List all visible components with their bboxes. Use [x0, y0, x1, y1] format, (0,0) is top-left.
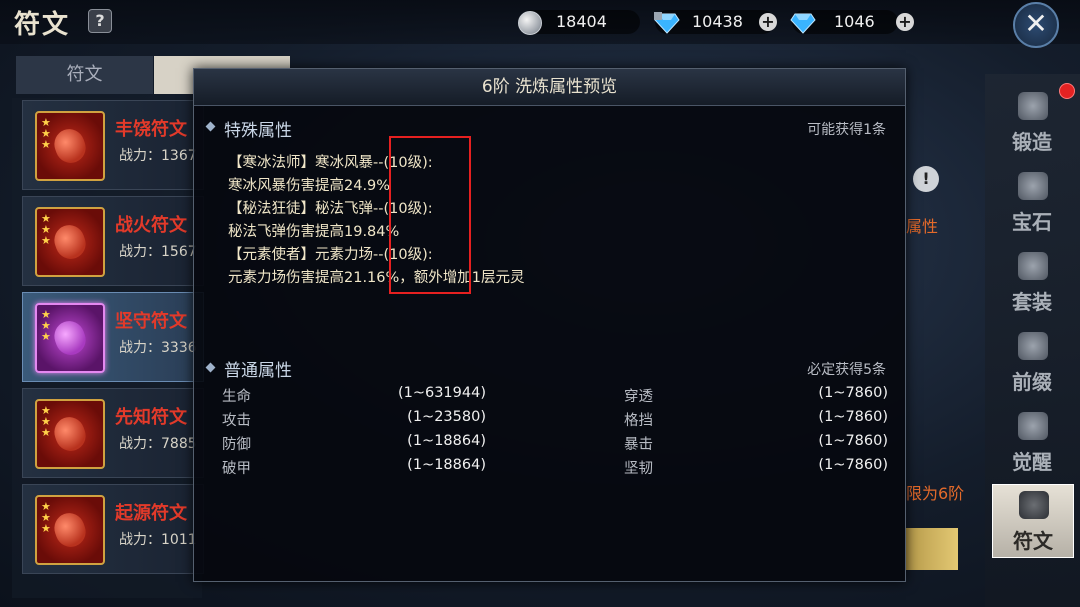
attr-range: (1~23580) — [407, 409, 486, 425]
rune-power: 战力：1567 — [119, 244, 197, 260]
attr-name: 攻击 — [222, 413, 251, 429]
refine-preview-modal: 6阶 洗炼属性预览 特殊属性 可能获得1条 【寒冰法师】寒冰风暴--(10级):… — [193, 68, 906, 582]
attr-range: (1~7860) — [818, 385, 888, 401]
sidebar-item-prefix[interactable]: 前缀 — [992, 326, 1072, 398]
section-diamond-icon — [205, 121, 216, 132]
rune-item[interactable]: ★ ★ ★ 战火符文 战力：1567 — [22, 196, 204, 286]
attr-range: (1~7860) — [818, 409, 888, 425]
gem-chest-icon — [1018, 172, 1048, 200]
attr-range: (1~7860) — [818, 433, 888, 449]
special-attr-line: 元素力场伤害提高21.16%，额外增加1层元灵 — [228, 270, 525, 286]
attr-name: 暴击 — [624, 437, 653, 453]
sidebar-item-rune[interactable]: 符文 — [992, 484, 1074, 558]
modal-header: 6阶 洗炼属性预览 — [194, 69, 905, 106]
bound-diamond-amount: 10438 — [692, 12, 743, 31]
anvil-icon — [1018, 252, 1048, 280]
attr-range: (1~7860) — [818, 457, 888, 473]
special-attr-line: 寒冰风暴伤害提高24.9% — [228, 178, 391, 194]
anvil-icon — [1018, 332, 1048, 360]
rune-icon: ★ ★ ★ — [35, 495, 105, 565]
silver-coin-icon — [518, 11, 542, 35]
attr-name: 格挡 — [624, 413, 653, 429]
silver-amount: 18404 — [556, 12, 607, 31]
special-attr-note: 可能获得1条 — [807, 122, 886, 138]
rune-name: 起源符文 — [115, 503, 187, 524]
anvil-icon — [1019, 491, 1049, 519]
add-bound-diamond-button[interactable]: + — [759, 13, 777, 31]
tab-runes[interactable]: 符文 — [16, 56, 153, 94]
help-button[interactable]: ? — [88, 9, 112, 33]
rune-item[interactable]: ★ ★ ★ 起源符文 战力：1011 — [22, 484, 204, 574]
level-highlight-box — [389, 136, 471, 294]
rune-name: 战火符文 — [115, 215, 187, 236]
modal-title: 6阶 洗炼属性预览 — [481, 77, 618, 97]
sidebar-item-gem[interactable]: 宝石 — [992, 166, 1072, 238]
star-icon: ★ ★ ★ — [41, 500, 51, 535]
background-attr-label: 属性 — [906, 217, 939, 236]
star-icon: ★ ★ ★ — [41, 404, 51, 439]
info-icon[interactable]: ! — [913, 166, 939, 192]
background-limit-label: 限为6阶 — [906, 484, 965, 503]
rune-power: 战力：3336 — [119, 340, 197, 356]
rune-power: 战力：7885 — [119, 436, 197, 452]
background-action-button[interactable] — [906, 528, 958, 570]
sidebar-item-awaken[interactable]: 觉醒 — [992, 406, 1072, 478]
normal-attr-heading: 普通属性 — [224, 361, 292, 381]
attr-name: 穿透 — [624, 389, 653, 405]
attr-range: (1~18864) — [407, 457, 486, 473]
rune-icon: ★ ★ ★ — [35, 399, 105, 469]
section-diamond-icon — [205, 362, 216, 373]
rune-item-selected[interactable]: ★ ★ ★ 坚守符文 战力：3336 — [22, 292, 204, 382]
rune-power: 战力：1011 — [119, 532, 197, 548]
star-icon: ★ ★ ★ — [41, 308, 51, 343]
attr-name: 防御 — [222, 437, 251, 453]
rune-name: 坚守符文 — [115, 311, 187, 332]
page-title: 符文 — [14, 10, 71, 40]
anvil-icon — [1018, 412, 1048, 440]
sidebar-item-set[interactable]: 套装 — [992, 246, 1072, 318]
add-diamond-button[interactable]: + — [896, 13, 914, 31]
special-attr-heading: 特殊属性 — [224, 121, 292, 141]
sidebar-item-forge[interactable]: 锻造 — [992, 86, 1072, 158]
rune-icon: ★ ★ ★ — [35, 303, 105, 373]
rune-item[interactable]: ★ ★ ★ 丰饶符文 战力：1367 — [22, 100, 204, 190]
star-icon: ★ ★ ★ — [41, 212, 51, 247]
special-attr-line: 秘法飞弹伤害提高19.84% — [228, 224, 400, 240]
forge-icon — [1018, 92, 1048, 120]
rune-name: 先知符文 — [115, 407, 187, 428]
rune-icon: ★ ★ ★ — [35, 207, 105, 277]
attr-name: 破甲 — [222, 461, 251, 477]
normal-attr-note: 必定获得5条 — [807, 362, 886, 378]
close-button[interactable]: ✕ — [1013, 2, 1059, 48]
attr-range: (1~18864) — [407, 433, 486, 449]
rune-icon: ★ ★ ★ — [35, 111, 105, 181]
diamond-amount: 1046 — [834, 12, 875, 31]
star-icon: ★ ★ ★ — [41, 116, 51, 151]
rune-name: 丰饶符文 — [115, 119, 187, 140]
attr-name: 生命 — [222, 389, 251, 405]
attr-name: 坚韧 — [624, 461, 653, 477]
attr-range: (1~631944) — [397, 385, 486, 401]
rune-item[interactable]: ★ ★ ★ 先知符文 战力：7885 — [22, 388, 204, 478]
rune-power: 战力：1367 — [119, 148, 197, 164]
